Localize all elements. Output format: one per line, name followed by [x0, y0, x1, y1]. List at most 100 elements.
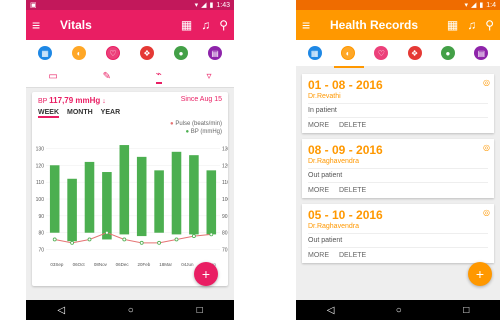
x-tick-label: 06Dec	[116, 262, 130, 267]
battery-icon: ▮	[209, 2, 214, 9]
vitals-icon[interactable]: ♡	[106, 46, 120, 60]
pulse-point	[191, 234, 196, 238]
record-type: Out patient	[308, 233, 488, 248]
home-icon[interactable]: ○	[396, 305, 402, 316]
legend-bp: BP (mmHg)	[190, 129, 222, 135]
bp-bar	[67, 178, 77, 242]
records-icon[interactable]: ◐	[72, 46, 86, 60]
notification-bell-icon[interactable]: ♫	[467, 18, 476, 32]
qr-code-icon[interactable]: ▦	[447, 18, 458, 32]
chart-legend: ● Pulse (beats/min) ● BP (mmHg)	[170, 121, 222, 135]
qr-code-icon[interactable]: ▦	[181, 18, 192, 32]
since-date: Since Aug 15	[180, 96, 222, 103]
medicine-icon[interactable]: ❖	[407, 46, 422, 60]
comment-icon[interactable]: ▿	[207, 71, 212, 82]
edit-icon[interactable]: ✎	[103, 71, 111, 82]
y-tick-label-right: 80	[222, 231, 228, 237]
record-doctor: Dr.Revathi	[308, 93, 341, 100]
pin-icon[interactable]: ◎	[483, 208, 490, 217]
list-view-icon[interactable]: ▭	[48, 71, 57, 82]
search-icon[interactable]: ⚲	[485, 18, 494, 32]
menu-icon[interactable]: ≡	[32, 17, 54, 33]
location-icon[interactable]: ●	[440, 46, 455, 60]
bp-bar	[136, 156, 147, 237]
y-tick-label-left: 100	[36, 197, 45, 203]
bp-bar	[49, 165, 60, 233]
status-time: 1:4	[486, 1, 496, 9]
page-title: Health Records	[330, 18, 419, 32]
category-tabs: ▦ ◐ ♡ ❖ ● ▤	[26, 40, 234, 66]
dashboard-icon[interactable]: ▦	[38, 46, 52, 60]
pulse-point	[122, 237, 127, 242]
location-icon[interactable]: ●	[174, 46, 188, 60]
add-button[interactable]: +	[194, 262, 218, 286]
legend-pulse: Pulse (beats/min)	[175, 121, 222, 127]
calendar-icon[interactable]: ▤	[208, 46, 222, 60]
bp-bar	[119, 145, 130, 235]
y-tick-label-left: 110	[36, 180, 44, 186]
tab-week[interactable]: WEEK	[38, 109, 59, 118]
y-tick-label-right: 120	[222, 163, 228, 169]
pulse-point	[70, 240, 74, 245]
records-icon[interactable]: ◐	[340, 46, 355, 60]
medicine-icon[interactable]: ❖	[140, 46, 154, 60]
back-icon[interactable]: ◁	[57, 305, 65, 316]
pulse-point	[174, 237, 179, 242]
bp-bar	[154, 170, 164, 233]
notification-bell-icon[interactable]: ♫	[201, 18, 210, 32]
pulse-point	[52, 237, 57, 242]
trend-down-icon: ↓	[102, 98, 106, 105]
vitals-icon[interactable]: ♡	[374, 46, 389, 60]
y-tick-label-left: 80	[38, 231, 44, 237]
y-tick-label-right: 110	[222, 180, 228, 186]
record-card[interactable]: ◎ 08 - 09 - 2016 Dr.Raghavendra Out pati…	[302, 139, 494, 198]
x-tick-label: 20Feb	[137, 262, 150, 267]
x-tick-label: 06Oct	[73, 262, 86, 267]
vitals-screen: ▣ ▾ ◢ ▮ 1:43 ≡ Vitals ▦ ♫ ⚲ ▦ ◐ ♡ ❖ ● ▤ ▭ ✎…	[26, 0, 234, 320]
y-tick-label-right: 90	[222, 214, 228, 220]
delete-button[interactable]: DELETE	[339, 122, 366, 129]
record-card[interactable]: ◎ 01 - 08 - 2016 Dr.Revathi In patient M…	[302, 74, 494, 133]
page-title: Vitals	[60, 18, 92, 32]
y-tick-label-left: 70	[38, 248, 44, 254]
wifi-icon: ▾	[194, 2, 199, 9]
tab-month[interactable]: MONTH	[67, 109, 93, 118]
record-date: 08 - 09 - 2016	[308, 143, 383, 157]
home-icon[interactable]: ○	[128, 305, 134, 316]
record-date: 01 - 08 - 2016	[308, 78, 383, 92]
delete-button[interactable]: DELETE	[339, 252, 366, 259]
more-button[interactable]: MORE	[308, 122, 329, 129]
pulse-point	[87, 237, 92, 242]
more-button[interactable]: MORE	[308, 187, 329, 194]
y-tick-label-right: 130	[222, 146, 228, 152]
record-type: Out patient	[308, 168, 488, 183]
more-button[interactable]: MORE	[308, 252, 329, 259]
chart-view-icon[interactable]: ⌁	[155, 69, 162, 84]
delete-button[interactable]: DELETE	[339, 187, 366, 194]
pin-icon[interactable]: ◎	[483, 78, 490, 87]
calendar-icon[interactable]: ▤	[474, 46, 489, 60]
notification-icon: ▣	[30, 2, 37, 9]
pin-icon[interactable]: ◎	[483, 143, 490, 152]
wifi-icon: ▾	[464, 2, 469, 9]
status-time: 1:43	[216, 1, 230, 9]
pulse-line	[54, 232, 212, 244]
bp-bar	[84, 161, 95, 233]
bp-chart: 130 130 120 120 110 110 100 100 90 90 80 80 70 70 03Se…	[36, 145, 231, 267]
app-bar: ≡ Health Records ▦ ♫ ⚲	[296, 10, 500, 40]
search-icon[interactable]: ⚲	[219, 18, 228, 32]
back-icon[interactable]: ◁	[327, 305, 335, 316]
add-button[interactable]: +	[468, 262, 492, 286]
recents-icon[interactable]: □	[197, 305, 203, 316]
dashboard-icon[interactable]: ▦	[307, 46, 322, 60]
y-tick-label-left: 90	[38, 214, 44, 220]
tab-year[interactable]: YEAR	[101, 109, 120, 118]
y-tick-label-right: 70	[222, 248, 228, 254]
record-type: In patient	[308, 103, 488, 118]
pulse-point	[209, 232, 214, 237]
vitals-subtabs: ▭ ✎ ⌁ ▿	[26, 66, 234, 88]
menu-icon[interactable]: ≡	[302, 17, 324, 33]
record-card[interactable]: ◎ 05 - 10 - 2016 Dr.Raghavendra Out pati…	[302, 204, 494, 263]
bp-label: BP	[38, 98, 48, 105]
recents-icon[interactable]: □	[463, 305, 469, 316]
